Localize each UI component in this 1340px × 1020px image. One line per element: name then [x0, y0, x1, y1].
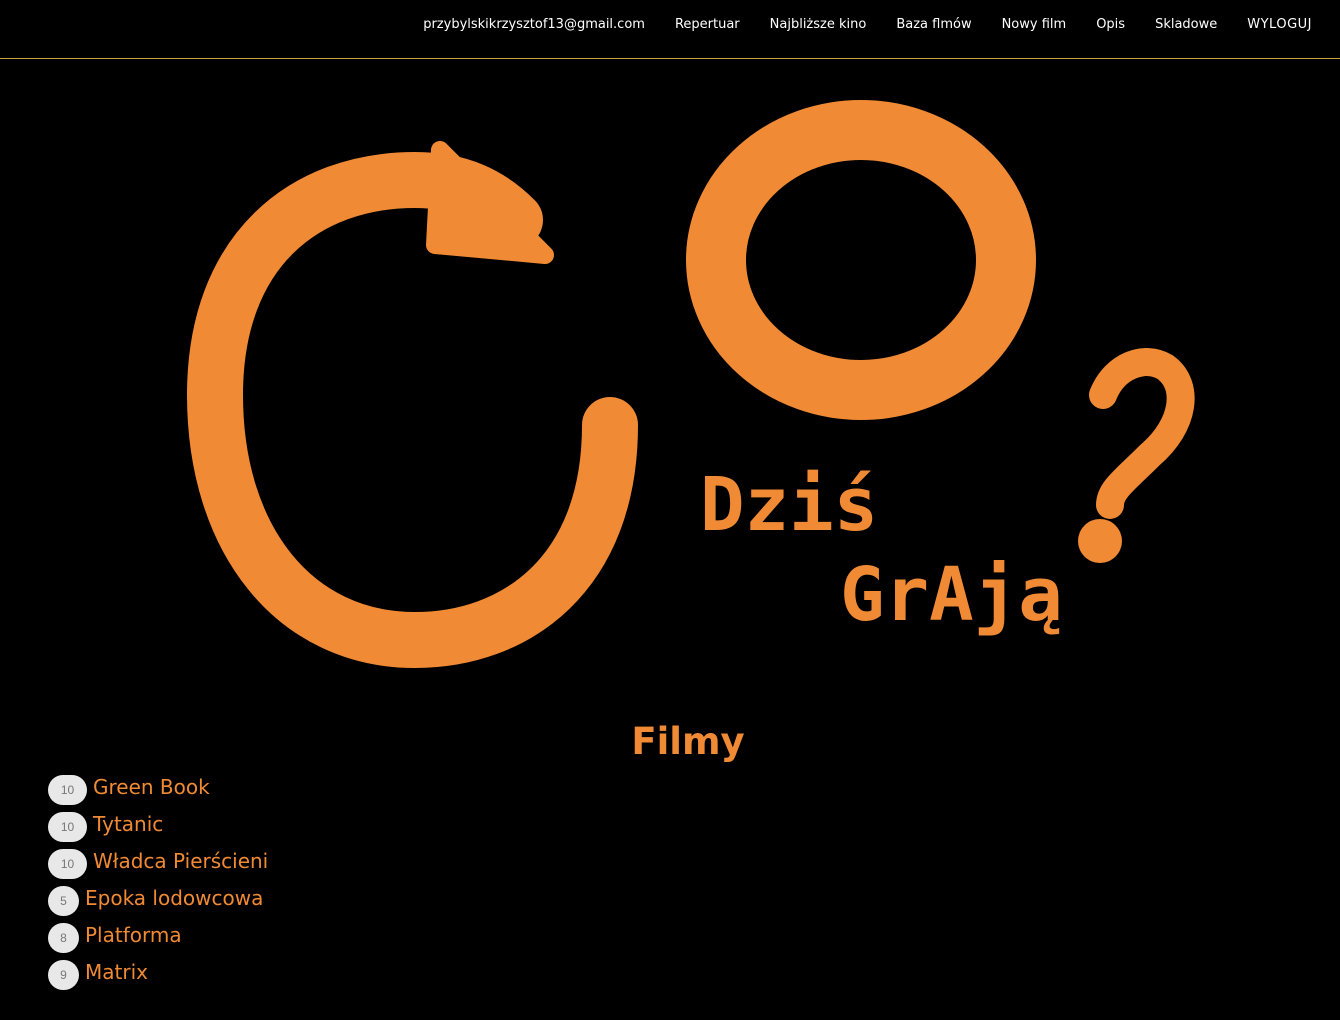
- film-list-item: 5 Epoka lodowcowa: [48, 879, 268, 916]
- film-title-link[interactable]: Matrix: [85, 960, 148, 984]
- question-mark-shape: [1089, 348, 1195, 519]
- section-title: Filmy: [631, 720, 745, 763]
- nav-item-skladowe[interactable]: Skladowe: [1155, 17, 1217, 32]
- rating-badge: 10: [48, 811, 87, 842]
- film-list-item: 10 Władca Pierścieni: [48, 842, 268, 879]
- nav-item-najblizsze-kino[interactable]: Najbliższe kino: [770, 17, 867, 32]
- rating-badge: 8: [48, 922, 79, 953]
- film-list-item: 9 Matrix: [48, 953, 268, 990]
- o-letter-shape: [686, 100, 1036, 420]
- logo-text-line2: GrAją: [840, 552, 1063, 638]
- rating-badge: 10: [48, 848, 87, 879]
- nav-item-opis[interactable]: Opis: [1096, 17, 1125, 32]
- logout-button[interactable]: WYLOGUJ: [1247, 17, 1312, 32]
- co-dzis-graja-logo: Dziś GrAją: [186, 100, 1195, 669]
- rating-badge: 9: [48, 959, 79, 990]
- film-list-item: 8 Platforma: [48, 916, 268, 953]
- film-list-item: 10 Tytanic: [48, 805, 268, 842]
- user-email: przybylskikrzysztof13@gmail.com: [423, 17, 645, 32]
- film-title-link[interactable]: Platforma: [85, 923, 182, 947]
- logo-text-line1: Dziś: [700, 462, 878, 548]
- rating-badge: 5: [48, 885, 79, 916]
- nav-item-repertuar[interactable]: Repertuar: [675, 17, 740, 32]
- film-list-item: 10 Green Book: [48, 768, 268, 805]
- film-title-link[interactable]: Epoka lodowcowa: [85, 886, 263, 910]
- question-mark-dot: [1078, 519, 1122, 563]
- nav-menu: przybylskikrzysztof13@gmail.com Repertua…: [423, 17, 1312, 32]
- film-list: 10 Green Book 10 Tytanic 10 Władca Pierś…: [48, 768, 268, 990]
- rating-badge: 10: [48, 774, 87, 805]
- film-title-link[interactable]: Władca Pierścieni: [93, 849, 268, 873]
- nav-item-nowy-film[interactable]: Nowy film: [1002, 17, 1067, 32]
- nav-item-baza-filmow[interactable]: Baza flmów: [896, 17, 971, 32]
- film-title-link[interactable]: Tytanic: [93, 812, 163, 836]
- film-title-link[interactable]: Green Book: [93, 775, 210, 799]
- top-navigation-bar: przybylskikrzysztof13@gmail.com Repertua…: [0, 0, 1340, 59]
